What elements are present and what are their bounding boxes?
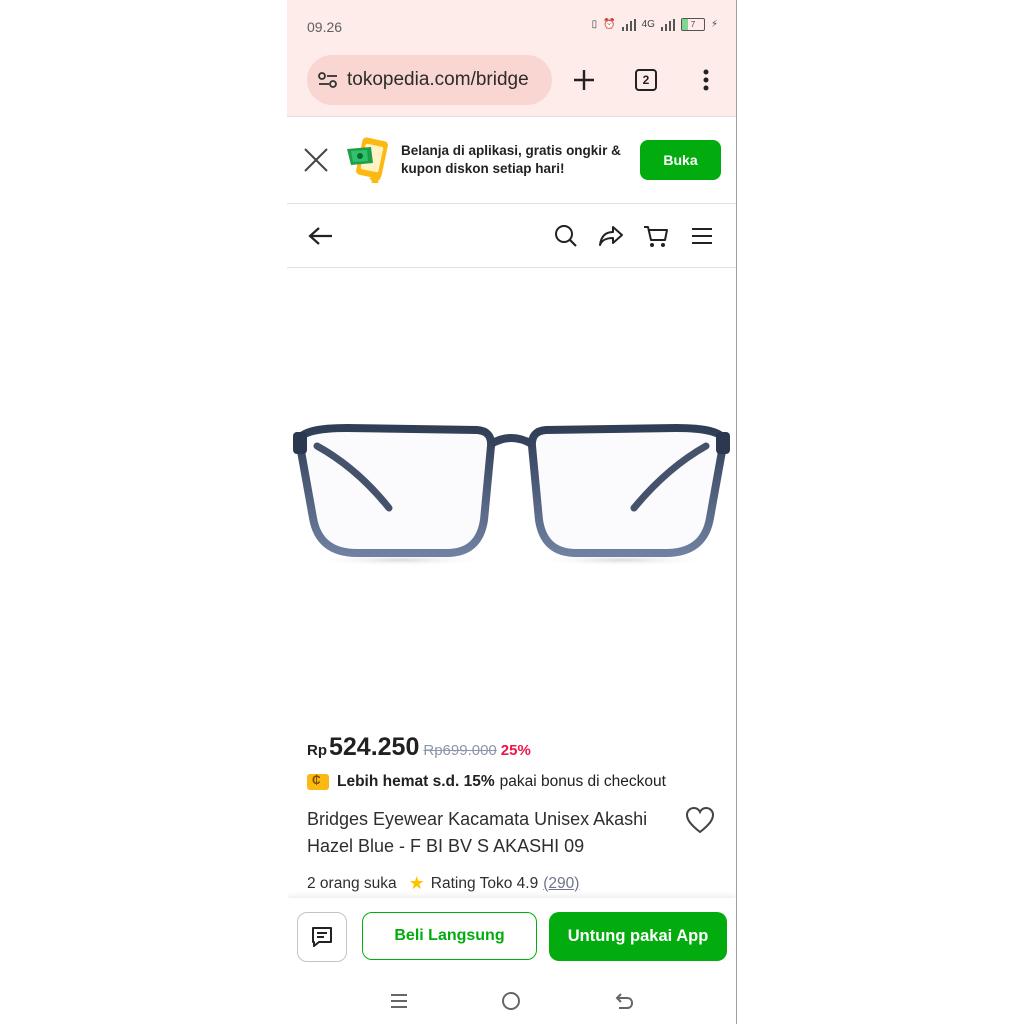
app-promo-illustration [345,135,391,185]
recents-button[interactable] [386,988,412,1014]
banner-line-2: kupon diskon setiap hari! [401,161,565,176]
star-icon: ★ [408,873,425,893]
close-banner-button[interactable] [303,147,329,173]
network-label: 4G [641,19,655,30]
heart-icon [685,806,715,834]
likes-count: 2 orang suka [307,874,397,892]
url-bar[interactable]: tokopedia.com/bridge [307,55,552,105]
product-title: Bridges Eyewear Kacamata Unisex Akashi H… [307,809,648,856]
phone-screen: 09.26 ▯ ⏰ 4G 7 ⚡ tokopedia.com/bridge 2 [287,0,737,1024]
vibrate-icon: ▯ [591,19,598,30]
shop-rating: Rating Toko 4.9 [430,874,539,892]
browser-menu-button[interactable] [688,62,724,98]
original-price: Rp699.000 [423,742,497,759]
share-button[interactable] [596,221,626,251]
tab-switcher-button[interactable]: 2 [628,62,664,98]
open-app-button[interactable]: Buka [640,140,721,180]
banner-message: Belanja di aplikasi, gratis ongkir & kup… [401,142,633,178]
close-icon [304,148,328,172]
currency-label: Rp [307,742,327,759]
arrow-left-icon [308,227,332,245]
menu-button[interactable] [687,221,717,251]
coin-ticket-icon [307,773,329,790]
search-icon [555,225,577,247]
product-image[interactable] [287,268,736,718]
bottom-action-bar: Beli Langsung Untung pakai App [287,898,736,976]
system-back-button[interactable] [611,988,637,1014]
more-vert-icon [703,69,709,91]
alarm-icon: ⏰ [603,19,616,30]
back-button[interactable] [306,221,336,251]
chat-icon [312,927,332,947]
home-circle-icon [502,992,520,1010]
rating-count-link[interactable]: (290) [543,875,579,893]
home-button[interactable] [498,988,524,1014]
cashback-promo[interactable]: Lebih hemat s.d. 15% pakai bonus di chec… [307,773,666,791]
buy-now-button[interactable]: Beli Langsung [362,912,537,960]
plus-icon [574,70,594,90]
signal-icon [621,18,636,31]
new-tab-button[interactable] [566,62,602,98]
hamburger-icon [692,228,712,244]
banner-line-1: Belanja di aplikasi, gratis ongkir & [401,143,621,158]
promo-highlight: Lebih hemat s.d. 15% [337,773,495,790]
status-time: 09.26 [307,19,343,35]
promo-text: pakai bonus di checkout [499,773,666,790]
cart-icon [644,226,668,247]
site-settings-icon[interactable] [317,69,339,91]
product-stats: 2 orang suka ★ Rating Toko 4.9 (290) [307,873,579,894]
status-icons: ▯ ⏰ 4G 7 ⚡ [592,18,718,31]
price-row: Rp 524.250 Rp699.000 25% [307,733,531,762]
discount-badge: 25% [500,742,531,759]
browser-chrome: 09.26 ▯ ⏰ 4G 7 ⚡ tokopedia.com/bridge 2 [287,0,736,116]
recents-icon [391,994,407,1008]
url-text[interactable]: tokopedia.com/bridge [347,69,543,91]
back-arrow-icon [615,993,634,1009]
signal-icon-2 [660,18,675,31]
tab-count: 2 [635,69,657,91]
battery-level: 7 [690,20,696,29]
page-header [287,203,736,268]
current-price: 524.250 [329,733,420,761]
wishlist-button[interactable] [685,806,715,836]
app-install-banner: Belanja di aplikasi, gratis ongkir & kup… [287,116,736,204]
use-app-button[interactable]: Untung pakai App [549,912,727,961]
battery-icon: 7 [680,18,705,31]
cart-button[interactable] [641,221,671,251]
charging-icon: ⚡ [710,19,718,30]
search-button[interactable] [551,221,581,251]
share-icon [599,226,623,246]
chat-button[interactable] [297,912,347,962]
system-navigation [287,976,736,1024]
